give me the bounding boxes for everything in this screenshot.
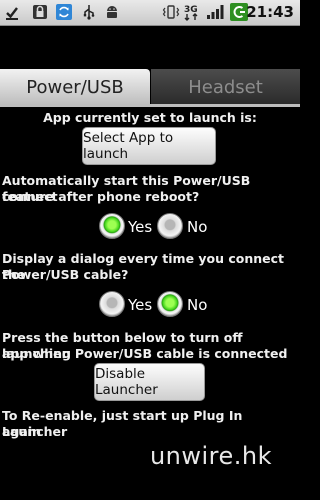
launch-heading: App currently set to launch is: <box>43 110 257 125</box>
tab-headset[interactable]: Headset <box>151 69 300 105</box>
reenable-text-line1: To Re-enable, just start up Plug In Laun… <box>2 408 243 439</box>
network-3g-icon: 3G <box>183 3 203 21</box>
select-app-button[interactable]: Select App to launch <box>82 127 216 165</box>
auto-start-no-radio[interactable] <box>157 213 183 239</box>
tab-power-usb[interactable]: Power/USB <box>0 69 150 105</box>
status-time: 21:43 <box>246 3 294 21</box>
lock-icon <box>31 3 49 21</box>
android-icon <box>103 3 121 21</box>
dialog-yes-radio[interactable] <box>99 291 125 317</box>
tab-bar: Power/USB Headset <box>0 69 300 105</box>
usb-icon <box>80 3 98 21</box>
signal-icon <box>206 3 224 21</box>
reenable-text-line2: again <box>2 424 42 439</box>
tab-underline <box>0 104 300 107</box>
disable-text-line2: app when Power/USB cable is connected <box>2 346 288 361</box>
dialog-yes-label[interactable]: Yes <box>128 296 152 314</box>
vibrate-icon <box>162 3 180 21</box>
dialog-question-line2: Power/USB cable? <box>2 267 129 282</box>
auto-start-yes-label[interactable]: Yes <box>128 218 152 236</box>
auto-start-question-line2: feature after phone reboot? <box>2 189 200 204</box>
auto-start-no-label[interactable]: No <box>187 218 207 236</box>
sync-icon <box>55 3 73 21</box>
dialog-no-label[interactable]: No <box>187 296 207 314</box>
watermark: unwire.hk <box>149 442 272 470</box>
download-done-icon <box>3 3 21 21</box>
auto-start-yes-radio[interactable] <box>99 213 125 239</box>
disable-launcher-button[interactable]: Disable Launcher <box>94 363 205 401</box>
network-type-label: 3G <box>184 5 198 15</box>
dialog-no-radio[interactable] <box>157 291 183 317</box>
status-bar: 3G 21:43 <box>0 0 300 26</box>
